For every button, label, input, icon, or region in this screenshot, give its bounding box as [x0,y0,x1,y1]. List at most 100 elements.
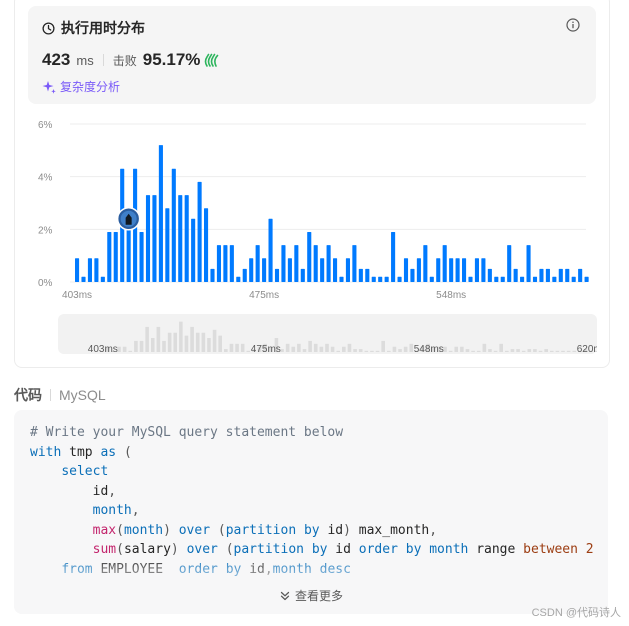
brush-mini-chart[interactable]: 403ms 475ms 548ms 620ms [58,314,597,354]
x-tick-label: 548ms [436,290,466,301]
histogram-bar[interactable] [371,276,376,282]
histogram-bar[interactable] [345,258,350,282]
histogram-bar[interactable] [423,245,428,282]
histogram-bar[interactable] [210,268,215,282]
histogram-bar[interactable] [571,276,576,282]
histogram-bar[interactable] [462,258,467,282]
histogram-bar[interactable] [532,276,538,282]
histogram-bar[interactable] [500,276,505,282]
histogram-bar[interactable] [113,231,118,282]
histogram-bar[interactable] [436,258,441,282]
histogram-bar[interactable] [197,181,202,282]
histogram-bar[interactable] [139,231,144,282]
histogram-bar[interactable] [584,276,589,282]
histogram-bar[interactable] [565,268,570,282]
histogram-bar[interactable] [578,268,583,282]
brush-bar [313,343,318,352]
histogram-bar[interactable] [378,276,383,282]
histogram-bar[interactable] [391,231,396,282]
histogram-bar[interactable] [429,276,434,282]
histogram-bar[interactable] [494,276,499,282]
histogram-bar[interactable] [552,276,557,282]
info-icon[interactable] [566,18,580,32]
runtime-histogram: 0%2%4%6%403ms475ms548ms620ms [38,120,589,301]
code-block[interactable]: # Write your MySQL query statement below… [14,410,608,614]
histogram-bar[interactable] [274,268,280,282]
histogram-bar[interactable] [513,268,518,282]
histogram-bar[interactable] [326,245,331,282]
histogram-bar[interactable] [300,268,305,282]
histogram-bar[interactable] [416,258,421,282]
y-tick-label: 4% [38,173,53,184]
histogram-bar[interactable] [107,231,112,282]
histogram-bar[interactable] [178,195,183,282]
histogram-bar[interactable] [384,276,389,282]
histogram-bar[interactable] [397,276,402,282]
histogram-bar[interactable] [333,258,338,282]
brush-bar [297,343,301,352]
brush-bar [465,349,470,352]
histogram-bar[interactable] [191,218,196,282]
histogram-bar[interactable] [171,168,176,282]
histogram-bar[interactable] [403,258,409,282]
histogram-bar[interactable] [94,258,99,282]
histogram-bar[interactable] [474,258,479,282]
histogram-bar[interactable] [365,268,370,282]
runtime-summary-panel: 执行用时分布 423 ms 击败 95.17% 复杂度分析 [28,6,596,104]
histogram-bar[interactable] [242,268,247,282]
histogram-bar[interactable] [236,276,241,282]
histogram-bar[interactable] [152,195,157,282]
histogram-bar[interactable] [281,245,286,282]
histogram-bar[interactable] [249,258,254,282]
brush-bar [364,350,369,352]
brush-bar [162,340,166,352]
histogram-bar[interactable] [358,268,363,282]
brush-bar [544,349,548,352]
histogram-bar[interactable] [545,268,550,282]
current-result-avatar[interactable] [116,207,141,231]
histogram-bar[interactable] [307,231,312,282]
histogram-bar[interactable] [520,276,525,282]
histogram-bar[interactable] [262,258,267,282]
histogram-bar[interactable] [487,268,492,282]
histogram-bar[interactable] [184,195,189,282]
brush-bar [460,346,464,352]
histogram-bar[interactable] [223,245,228,282]
histogram-bar[interactable] [526,245,531,282]
brush-bar [319,346,324,352]
histogram-bar[interactable] [313,245,318,282]
histogram-bar[interactable] [165,208,170,282]
histogram-bar[interactable] [468,276,473,282]
histogram-bar[interactable] [75,258,80,282]
histogram-bar[interactable] [442,245,447,282]
histogram-bar[interactable] [100,276,105,282]
histogram-bar[interactable] [268,218,273,282]
histogram-bar[interactable] [539,268,544,282]
histogram-bar[interactable] [229,245,234,282]
histogram-bar[interactable] [410,268,415,282]
histogram-bar[interactable] [558,268,563,282]
histogram-bar[interactable] [481,258,486,282]
brush-bar [336,350,341,352]
clap-icon [205,53,219,67]
histogram-bar[interactable] [320,258,325,282]
histogram-bar[interactable] [352,245,357,282]
histogram-bar[interactable] [455,258,460,282]
brush-bar [409,343,414,352]
complexity-analysis-label: 复杂度分析 [60,80,121,94]
histogram-bar[interactable] [287,258,292,282]
histogram-bar[interactable] [294,245,299,282]
complexity-analysis-link[interactable]: 复杂度分析 [42,78,120,95]
histogram-bar[interactable] [145,195,151,282]
histogram-bar[interactable] [339,276,344,282]
histogram-bar[interactable] [449,258,454,282]
histogram-bar[interactable] [204,208,209,282]
histogram-bar[interactable] [255,245,260,282]
histogram-bar[interactable] [87,258,92,282]
histogram-bar[interactable] [216,245,221,282]
show-more-button[interactable]: 查看更多 [14,587,608,604]
histogram-bar[interactable] [507,245,512,282]
histogram-bar[interactable] [158,145,163,282]
runtime-value: 423 [42,50,71,69]
histogram-bar[interactable] [81,276,86,282]
